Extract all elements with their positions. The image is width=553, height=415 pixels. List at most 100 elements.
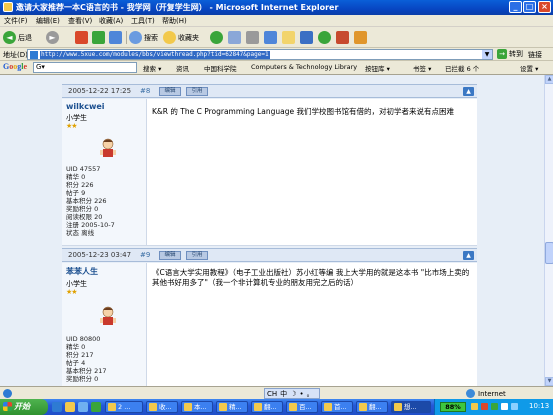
ime-punct[interactable]: 。 — [307, 389, 314, 399]
battery-meter[interactable]: 88% — [440, 402, 466, 412]
avatar — [100, 138, 116, 157]
stat-status: 状态 离线 — [66, 229, 95, 237]
taskbar-item[interactable]: 翻... — [251, 401, 283, 413]
stat-bonus-points: 奖励积分 0 — [66, 375, 99, 383]
scroll-thumb[interactable] — [545, 242, 553, 264]
quote-post-button[interactable]: 引用 — [186, 87, 208, 96]
forward-button[interactable]: ► — [46, 30, 61, 45]
home-button[interactable] — [109, 30, 124, 45]
menu-edit[interactable]: 编辑(E) — [36, 16, 60, 26]
ime-ch[interactable]: CH — [267, 390, 277, 398]
ime-moon-icon[interactable]: ☽ — [290, 390, 296, 398]
history-button[interactable] — [210, 30, 225, 45]
google-search-button[interactable]: 搜索 ▾ — [143, 63, 161, 73]
taskbar-item-active[interactable]: 想... — [391, 401, 431, 413]
scroll-up-icon[interactable]: ▲ — [545, 75, 553, 84]
bookmark-library[interactable]: Computers & Technology Library — [251, 63, 357, 71]
edit-post-button[interactable]: 编辑 — [159, 251, 181, 260]
research-button[interactable] — [300, 30, 315, 45]
standard-toolbar: ◄ 后退 ► 搜索 收藏夹 — [0, 27, 553, 48]
ime-mode[interactable]: 中 — [280, 389, 287, 399]
minimize-button[interactable]: _ — [509, 1, 522, 13]
go-button[interactable]: → 转到 — [497, 49, 523, 59]
ime-language-bar[interactable]: CH 中 ☽ • 。 — [264, 388, 320, 399]
zone-label: Internet — [478, 389, 506, 398]
extra-tool-button[interactable] — [354, 30, 369, 45]
page-status-icon — [3, 389, 12, 398]
ie-app-icon — [3, 2, 13, 12]
back-button[interactable]: ◄ 后退 — [3, 30, 32, 45]
stop-button[interactable] — [75, 30, 90, 45]
ime-dot[interactable]: • — [299, 390, 303, 398]
taskbar-item[interactable]: 本... — [181, 401, 213, 413]
stat-digest: 精华 0 — [66, 343, 86, 351]
links-button[interactable]: 链接 — [528, 50, 542, 60]
quicklaunch-ie-icon[interactable] — [52, 402, 62, 412]
google-logo[interactable]: Google — [3, 62, 27, 71]
address-url[interactable]: http://www.5xue.com/modules/bbs/viewthre… — [40, 51, 270, 59]
back-to-top-icon[interactable]: ▲ — [463, 87, 474, 96]
menu-favorites[interactable]: 收藏(A) — [99, 16, 123, 26]
edit-button[interactable] — [264, 30, 279, 45]
taskbar-item[interactable]: 翻... — [356, 401, 388, 413]
volume-icon[interactable] — [511, 403, 518, 410]
post-header: 2005-12-23 03:47 #9 编辑 引用 ▲ — [62, 248, 477, 262]
print-button[interactable] — [246, 30, 261, 45]
start-button[interactable]: 开始 — [0, 399, 48, 415]
favorites-button[interactable]: 收藏夹 — [163, 30, 199, 45]
menu-tools[interactable]: 工具(T) — [131, 16, 155, 26]
post-floor-link[interactable]: #8 — [140, 87, 150, 95]
address-dropdown-icon[interactable]: ▼ — [482, 50, 492, 59]
refresh-button[interactable] — [92, 30, 107, 45]
back-to-top-icon[interactable]: ▲ — [463, 251, 474, 260]
taskbar-item[interactable]: 2 ... — [105, 401, 143, 413]
clock: 10:13 — [529, 402, 550, 410]
bookmarks-menu[interactable]: 书签 ▾ — [413, 63, 431, 73]
tray-icon[interactable] — [491, 403, 498, 410]
status-bar: CH 中 ☽ • 。 Internet — [0, 386, 553, 399]
bookmark-cas[interactable]: 中国科学院 — [204, 63, 237, 73]
page-icon — [30, 51, 38, 59]
google-search-input[interactable]: G▾ — [33, 62, 137, 73]
edit-post-button[interactable]: 编辑 — [159, 87, 181, 96]
author-username[interactable]: 苯苯人生 — [66, 266, 98, 277]
close-button[interactable]: × — [538, 1, 551, 13]
google-settings[interactable]: 设置 ▾ — [520, 63, 538, 73]
author-username[interactable]: wilkcwei — [66, 102, 105, 111]
search-button[interactable]: 搜索 — [129, 30, 158, 45]
messenger-icon — [318, 31, 331, 44]
address-input[interactable]: http://www.5xue.com/modules/bbs/viewthre… — [27, 49, 493, 60]
button-gallery[interactable]: 按钮库 ▾ — [365, 63, 390, 73]
notes-button[interactable] — [282, 30, 297, 45]
google-toolbar: Google G▾ 搜索 ▾ 资讯 中国科学院 Computers & Tech… — [0, 61, 553, 75]
post-date: 2005-12-22 17:25 — [68, 87, 132, 95]
menu-help[interactable]: 帮助(H) — [162, 16, 187, 26]
messenger-button[interactable] — [318, 30, 333, 45]
taskbar-item[interactable]: 百... — [286, 401, 318, 413]
taskbar-item[interactable]: 首... — [321, 401, 353, 413]
tray-icon[interactable] — [501, 403, 508, 410]
quicklaunch-app-icon[interactable] — [91, 402, 101, 412]
quicklaunch-folder-icon[interactable] — [65, 402, 75, 412]
scroll-down-icon[interactable]: ▼ — [545, 377, 553, 386]
maximize-button[interactable]: □ — [523, 1, 536, 13]
menu-file[interactable]: 文件(F) — [4, 16, 28, 26]
post-floor-link[interactable]: #9 — [140, 251, 150, 259]
google-news-button[interactable]: 资讯 — [176, 63, 189, 73]
tray-icon[interactable] — [481, 403, 488, 410]
vertical-scrollbar[interactable]: ▲ ▼ — [544, 75, 553, 386]
security-zone: Internet — [466, 389, 506, 398]
menu-view[interactable]: 查看(V) — [68, 16, 92, 26]
post-header: 2005-12-22 17:25 #8 编辑 引用 ▲ — [62, 84, 477, 98]
tray-icon[interactable] — [471, 403, 478, 410]
taskbar-item[interactable]: 精... — [216, 401, 248, 413]
window-titlebar[interactable]: 邀请大家推荐一本C语言的书 - 我学网（开复学生网） - Microsoft I… — [0, 0, 553, 15]
mail-button[interactable] — [228, 30, 243, 45]
quote-post-button[interactable]: 引用 — [186, 251, 208, 260]
post-content: K&R 的 The C Programming Language 我们学校图书馆… — [152, 107, 455, 116]
menu-bar: 文件(F) 编辑(E) 查看(V) 收藏(A) 工具(T) 帮助(H) — [0, 15, 553, 27]
quicklaunch-desktop-icon[interactable] — [78, 402, 88, 412]
discuss-button[interactable] — [336, 30, 351, 45]
taskbar-item[interactable]: 收... — [146, 401, 178, 413]
popup-blocked[interactable]: 已拦截 6 个 — [445, 63, 479, 73]
